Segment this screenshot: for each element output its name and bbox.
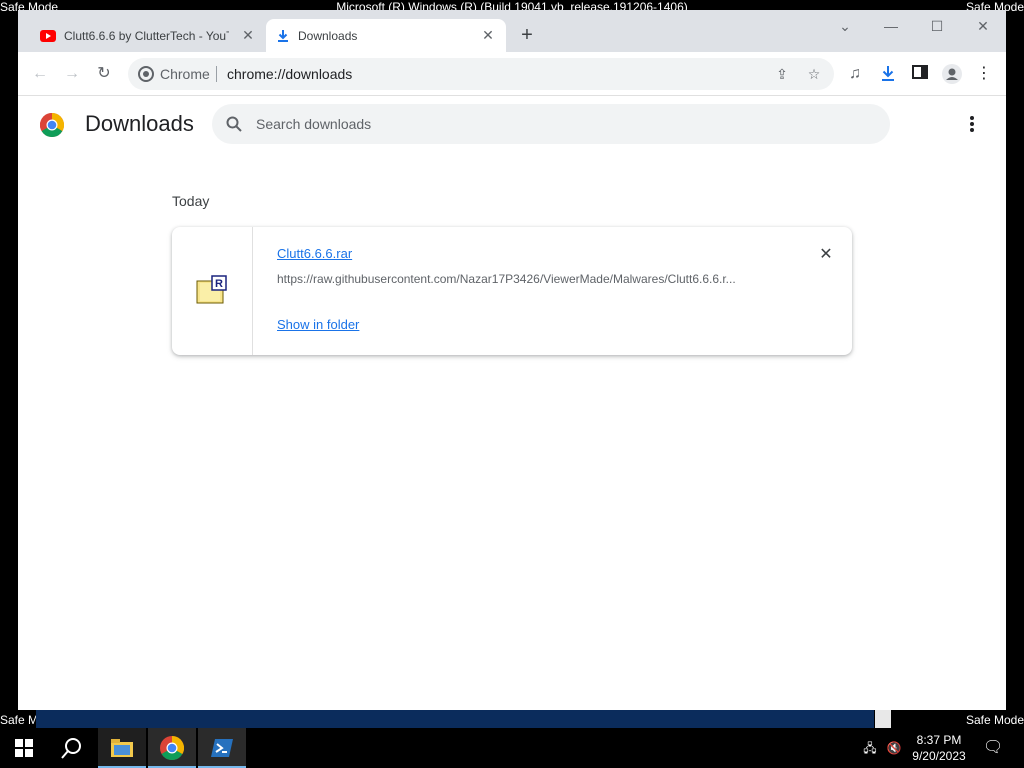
date-group-heading: Today [172, 193, 210, 209]
downloads-page: Downloads Today R Clutt6.6.6.rar https:/… [18, 97, 1006, 710]
minimize-button[interactable]: — [879, 16, 903, 36]
page-title: Downloads [85, 111, 194, 136]
tab-downloads[interactable]: Downloads ✕ [266, 19, 506, 52]
clock-time: 8:37 PM [916, 733, 962, 747]
side-panel-shape-icon [912, 65, 928, 79]
search-icon [226, 116, 242, 132]
download-source-url: https://raw.githubusercontent.com/Nazar1… [277, 272, 736, 286]
show-in-folder-link[interactable]: Show in folder [277, 317, 359, 332]
windows-taskbar: 🖧 🔇 8:37 PM 9/20/2023 🗨 [0, 728, 1024, 768]
network-icon[interactable]: 🖧 [862, 740, 878, 756]
file-explorer-icon [111, 739, 133, 757]
download-file-name-link[interactable]: Clutt6.6.6.rar [277, 246, 352, 261]
chrome-window: Clutt6.6.6 by ClutterTech - YouTube ✕ Do… [18, 10, 1006, 710]
background-scrollbar [875, 710, 891, 728]
tab-youtube[interactable]: Clutt6.6.6 by ClutterTech - YouTube ✕ [30, 19, 266, 52]
download-arrow-icon [882, 66, 894, 81]
chrome-logo-icon [40, 113, 64, 137]
search-box[interactable] [212, 104, 890, 144]
browser-toolbar: ← → ↻ Chrome chrome://downloads ⇪ ☆ ♫ ⋮ [18, 52, 1006, 96]
safe-mode-label-bottom-left: Safe M [0, 713, 39, 727]
forward-arrow-icon[interactable]: → [60, 62, 84, 86]
download-item-card: R Clutt6.6.6.rar https://raw.githubuserc… [172, 227, 852, 355]
notifications-icon[interactable]: 🗨 [983, 740, 1003, 756]
search-icon [61, 738, 81, 759]
tab-title: Downloads [298, 28, 358, 43]
clock[interactable]: 8:37 PM 9/20/2023 [908, 732, 970, 764]
address-bar[interactable]: Chrome chrome://downloads ⇪ ☆ [128, 58, 834, 90]
taskbar-chrome[interactable] [148, 728, 196, 768]
downloads-toolbar-icon[interactable] [878, 64, 898, 84]
person-icon [942, 64, 962, 84]
remove-download-close-icon[interactable]: ✕ [816, 245, 836, 265]
profile-avatar-icon[interactable] [942, 64, 962, 84]
svg-text:R: R [215, 278, 223, 290]
background-window-strip [36, 710, 874, 728]
more-options-icon[interactable] [964, 116, 980, 134]
search-input[interactable] [256, 104, 856, 144]
media-control-icon[interactable]: ♫ [845, 64, 865, 84]
download-icon [278, 29, 288, 42]
download-icon-area: R [172, 227, 253, 355]
rar-archive-icon: R [196, 275, 227, 304]
chrome-menu-icon[interactable]: ⋮ [974, 64, 994, 84]
url-text[interactable]: chrome://downloads [227, 66, 352, 82]
tab-title: Clutt6.6.6 by ClutterTech - YouTube [64, 28, 229, 43]
safe-mode-label-bottom-right: Safe Mode [965, 713, 1024, 727]
tab-search-chevron-icon[interactable]: ⌄ [833, 16, 857, 36]
tab-close-icon[interactable]: ✕ [240, 27, 256, 43]
windows-start-icon [15, 739, 33, 757]
new-tab-button[interactable]: + [517, 25, 537, 45]
taskbar-search-button[interactable] [48, 728, 96, 768]
volume-muted-icon[interactable]: 🔇 [886, 740, 902, 756]
start-button[interactable] [0, 728, 48, 768]
back-arrow-icon[interactable]: ← [28, 62, 52, 86]
powershell-icon [211, 739, 233, 757]
maximize-button[interactable]: ☐ [925, 16, 949, 36]
youtube-icon [40, 29, 56, 42]
bookmark-star-icon[interactable]: ☆ [806, 66, 822, 82]
site-label: Chrome [160, 66, 210, 82]
tab-strip: Clutt6.6.6 by ClutterTech - YouTube ✕ Do… [18, 10, 1006, 52]
share-icon[interactable]: ⇪ [774, 66, 790, 82]
clock-date: 9/20/2023 [912, 749, 966, 763]
chrome-icon [160, 736, 184, 760]
taskbar-file-explorer[interactable] [98, 728, 146, 768]
taskbar-powershell[interactable] [198, 728, 246, 768]
reload-icon[interactable]: ↻ [92, 62, 116, 86]
omnibox-divider [216, 66, 217, 82]
tab-close-icon[interactable]: ✕ [480, 27, 496, 43]
chrome-site-icon [138, 66, 154, 82]
close-window-button[interactable]: ✕ [971, 16, 995, 36]
side-panel-icon[interactable] [910, 64, 930, 84]
